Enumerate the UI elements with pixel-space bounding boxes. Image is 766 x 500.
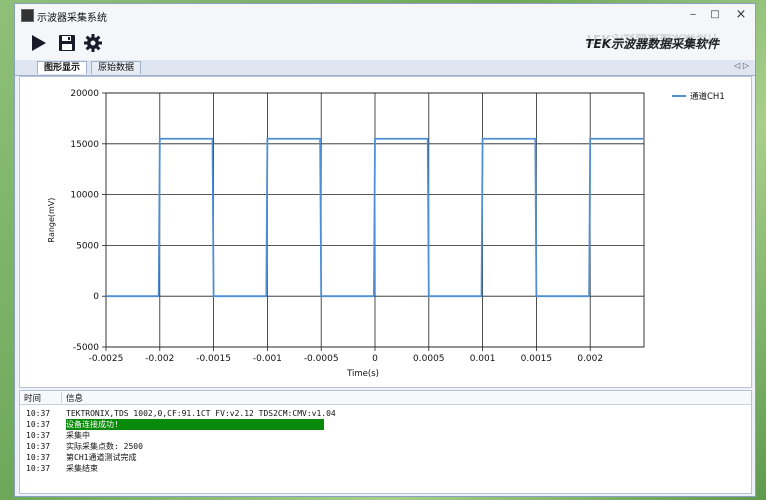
y-tick-label: 0 bbox=[93, 292, 99, 302]
start-button[interactable] bbox=[29, 33, 49, 53]
log-header: 时间 信息 bbox=[20, 391, 751, 405]
log-header-time[interactable]: 时间 bbox=[24, 392, 41, 404]
log-row[interactable]: 10:37 采集中 bbox=[20, 430, 751, 441]
log-row[interactable]: 10:37 TEKTRONIX,TDS 1002,0,CF:91.1CT FV:v… bbox=[20, 408, 751, 419]
x-tick-label: -0.001 bbox=[253, 354, 282, 364]
app-icon bbox=[21, 9, 34, 22]
y-tick-label: -5000 bbox=[73, 343, 99, 353]
tab-graph[interactable]: 图形显示 bbox=[37, 61, 88, 74]
tab-bar: 图形显示 原始数据 ◁ ▷ bbox=[15, 60, 755, 76]
close-button[interactable]: × bbox=[731, 8, 751, 22]
y-tick-label: 10000 bbox=[70, 191, 99, 201]
play-icon bbox=[32, 35, 46, 51]
log-time: 10:37 bbox=[26, 464, 51, 473]
log-time: 10:37 bbox=[26, 431, 51, 440]
log-header-message[interactable]: 信息 bbox=[66, 392, 83, 404]
tab-raw-data[interactable]: 原始数据 bbox=[91, 61, 142, 74]
log-message: 采集中 bbox=[66, 431, 90, 440]
title-bar: 示波器采集系统 ‒ □ × bbox=[15, 4, 755, 26]
gear-icon bbox=[84, 34, 102, 52]
log-row[interactable]: 10:37 第CH1通道测试完成 bbox=[20, 452, 751, 463]
settings-button[interactable] bbox=[83, 33, 103, 53]
log-time: 10:37 bbox=[26, 409, 51, 418]
x-axis-label: Time(s) bbox=[346, 369, 379, 379]
x-tick-label: 0.0005 bbox=[413, 354, 445, 364]
chart-panel: -0.0025 -0.002 -0.0015 -0.001 -0.0005 0 0.0005… bbox=[19, 76, 752, 388]
log-message: TEKTRONIX,TDS 1002,0,CF:91.1CT FV:v2.12 … bbox=[66, 409, 336, 418]
log-message: 采集结束 bbox=[66, 464, 98, 473]
log-time: 10:37 bbox=[26, 453, 51, 462]
toolbar: TEK示波器数据采集软件 TEK示波器数据采集软件 bbox=[15, 26, 755, 61]
x-tick-label: 0.002 bbox=[577, 354, 603, 364]
brand-reflection: TEK示波器数据采集软件 bbox=[585, 32, 719, 46]
minimize-button[interactable]: ‒ bbox=[683, 8, 703, 22]
waveform-chart: -0.0025 -0.002 -0.0015 -0.001 -0.0005 0 0.0005… bbox=[47, 89, 725, 379]
save-icon bbox=[59, 35, 75, 51]
log-message: 实际采集点数: 2500 bbox=[66, 442, 143, 451]
app-window: 示波器采集系统 ‒ □ × TEK示波器数据采集软件 TEK示波器数据采集软件 … bbox=[14, 3, 756, 497]
log-panel: 时间 信息 10:37 TEKTRONIX,TDS 1002,0,CF:91.1C… bbox=[19, 390, 752, 494]
x-tick-label: 0.0015 bbox=[521, 354, 553, 364]
legend-label: 通道CH1 bbox=[690, 91, 725, 102]
y-tick-label: 15000 bbox=[70, 140, 99, 150]
x-tick-label: 0.001 bbox=[470, 354, 496, 364]
log-message: 设备连接成功! bbox=[66, 419, 324, 430]
tab-scroll-arrows[interactable]: ◁ ▷ bbox=[734, 61, 749, 70]
x-tick-label: -0.0005 bbox=[304, 354, 339, 364]
maximize-button[interactable]: □ bbox=[705, 8, 725, 22]
log-row[interactable]: 10:37 设备连接成功! bbox=[20, 419, 751, 430]
log-time: 10:37 bbox=[26, 442, 51, 451]
window-title: 示波器采集系统 bbox=[37, 13, 107, 24]
log-row[interactable]: 10:37 实际采集点数: 2500 bbox=[20, 441, 751, 452]
x-tick-label: -0.0015 bbox=[196, 354, 231, 364]
x-tick-label: -0.002 bbox=[145, 354, 174, 364]
y-tick-label: 20000 bbox=[70, 89, 99, 99]
save-button[interactable] bbox=[57, 33, 77, 53]
y-tick-label: 5000 bbox=[76, 241, 99, 251]
log-message: 第CH1通道测试完成 bbox=[66, 453, 137, 462]
log-header-divider bbox=[61, 392, 62, 403]
x-tick-label: -0.0025 bbox=[89, 354, 124, 364]
x-tick-label: 0 bbox=[372, 354, 378, 364]
log-time: 10:37 bbox=[26, 420, 51, 429]
log-row[interactable]: 10:37 采集结束 bbox=[20, 463, 751, 474]
y-axis-label: Range(mV) bbox=[47, 198, 56, 243]
